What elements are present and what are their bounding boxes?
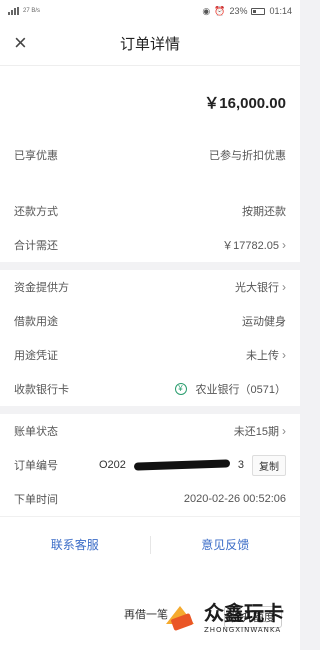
card-row: 收款银行卡 ¥ 农业银行（0571） [0, 372, 300, 406]
page-title: 订单详情 [119, 36, 180, 53]
order-time-value: 2020-02-26 00:52:06 [183, 493, 286, 505]
signal-icon [8, 7, 19, 15]
contact-service-button[interactable]: 联系客服 [0, 536, 150, 553]
top-navigation: × 订单详情 [0, 22, 300, 66]
card-logo-icon [162, 598, 198, 634]
battery-icon [251, 7, 266, 15]
bill-status-label: 账单状态 [14, 426, 58, 438]
action-bar: 联系客服 意见反馈 [0, 516, 300, 572]
close-icon[interactable]: × [14, 32, 34, 54]
repay-method-value: 按期还款 [242, 206, 286, 218]
card-value-wrap: ¥ 农业银行（0571） [174, 381, 286, 397]
watermark-en: ZHONGXINWANKA [204, 626, 282, 634]
chevron-right-icon: › [282, 280, 286, 294]
amount-card: ￥16,000.00 已享优惠 已参与折扣优惠 还款方式 按期还款 合计需还 ￥… [0, 66, 300, 262]
purpose-label: 借款用途 [14, 316, 58, 328]
order-number-suffix: 3 [237, 459, 244, 471]
card-value: 农业银行（0571） [195, 384, 286, 396]
order-number-wrap: O202 3 复制 [98, 454, 286, 476]
order-number-row: 订单编号 O202 3 复制 [0, 448, 300, 482]
discount-label: 已享优惠 [14, 150, 58, 162]
provider-row[interactable]: 资金提供方 光大银行 › [0, 270, 300, 304]
total-due-label: 合计需还 [14, 240, 58, 252]
fund-card: 资金提供方 光大银行 › 借款用途 运动健身 用途凭证 未上传 › 收款银行卡 … [0, 270, 300, 406]
proof-value-wrap: 未上传 › [246, 347, 286, 363]
feedback-button[interactable]: 意见反馈 [151, 536, 301, 553]
bank-logo-icon: ¥ [174, 383, 187, 395]
network-speed: 27 B/s [23, 8, 41, 14]
discount-row: 已享优惠 已参与折扣优惠 [0, 138, 300, 172]
chevron-right-icon: › [282, 238, 286, 252]
order-number-prefix: O202 [98, 459, 126, 471]
battery-percent: 23% [229, 6, 248, 16]
account-card: 账单状态 未还15期 › 订单编号 O202 3 复制 下单时间 2020-02… [0, 414, 300, 572]
card-label: 收款银行卡 [14, 384, 69, 396]
provider-label: 资金提供方 [14, 282, 69, 294]
proof-label: 用途凭证 [14, 350, 58, 362]
order-time-row: 下单时间 2020-02-26 00:52:06 [0, 482, 300, 516]
provider-value-wrap: 光大银行 › [235, 279, 286, 295]
repay-method-row: 还款方式 按期还款 [0, 194, 300, 228]
bill-status-value-wrap: 未还15期 › [234, 423, 286, 439]
order-number-label: 订单编号 [14, 460, 58, 472]
bill-status-value: 未还15期 [233, 426, 279, 438]
clock: 01:14 [269, 6, 292, 16]
total-due-value: ￥17782.05 [222, 240, 279, 252]
total-due-value-wrap: ￥17782.05 › [222, 237, 286, 253]
watermark-cn: 众鑫玩卡 [204, 601, 284, 625]
watermark-text: 众鑫玩卡 ZHONGXINWANKA [204, 597, 284, 634]
status-bar: 27 B/s ◉ ⏰ 23% 01:14 [0, 0, 300, 22]
bill-status-row[interactable]: 账单状态 未还15期 › [0, 414, 300, 448]
redaction-scribble [133, 459, 230, 471]
loan-amount: ￥16,000.00 [204, 94, 286, 112]
purpose-value: 运动健身 [242, 316, 286, 328]
status-left: 27 B/s [8, 7, 40, 15]
order-time-label: 下单时间 [14, 494, 58, 506]
proof-value: 未上传 [246, 350, 279, 362]
chevron-right-icon: › [282, 424, 286, 438]
total-due-row[interactable]: 合计需还 ￥17782.05 › [0, 228, 300, 262]
chevron-right-icon: › [282, 348, 286, 362]
proof-row[interactable]: 用途凭证 未上传 › [0, 338, 300, 372]
watermark: 众鑫玩卡 ZHONGXINWANKA [162, 597, 284, 634]
discount-value: 已参与折扣优惠 [209, 150, 286, 162]
copy-button[interactable]: 复制 [252, 454, 286, 476]
eye-icon: ◉ [202, 5, 211, 16]
alarm-icon: ⏰ [214, 5, 226, 16]
amount-block: ￥16,000.00 [0, 66, 300, 138]
provider-value: 光大银行 [235, 282, 279, 294]
purpose-row: 借款用途 运动健身 [0, 304, 300, 338]
status-right: ◉ ⏰ 23% 01:14 [202, 6, 292, 17]
repay-method-label: 还款方式 [14, 206, 58, 218]
